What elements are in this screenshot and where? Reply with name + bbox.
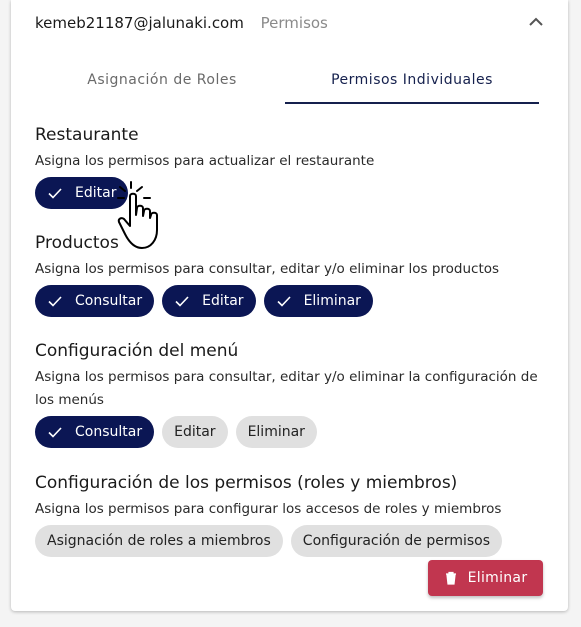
section-description: Asigna los permisos para actualizar el r… — [35, 153, 375, 169]
section-title: Restaurante — [35, 125, 139, 145]
hand-pointer-cursor-icon — [117, 181, 158, 249]
chip-label: Consultar — [75, 293, 143, 309]
permission-chip[interactable]: Asignación de roles a miembros — [35, 525, 283, 557]
chip-label: Editar — [202, 293, 244, 309]
section-description: Asigna los permisos para configurar los … — [35, 501, 502, 517]
panel-header[interactable]: kemeb21187@jalunaki.com Permisos — [35, 14, 554, 34]
check-icon — [48, 188, 62, 199]
permission-chip[interactable]: Eliminar — [235, 416, 317, 448]
active-tab-indicator — [285, 102, 539, 104]
check-icon — [276, 296, 291, 307]
permission-chip[interactable]: Consultar — [35, 416, 155, 448]
chevron-up-icon[interactable] — [526, 11, 546, 31]
section-description: Asigna los permisos para consultar, edit… — [35, 369, 538, 408]
delete-button[interactable]: Eliminar — [428, 560, 543, 596]
section-title: Configuración del menú — [35, 341, 239, 361]
check-icon — [48, 296, 62, 307]
permission-section: Configuración del menú Asigna los permiso… — [35, 341, 545, 448]
user-email: kemeb21187@jalunaki.com — [35, 14, 244, 32]
permission-section: Configuración de los permisos (roles y m… — [35, 473, 545, 557]
permission-chip[interactable]: Editar — [35, 177, 129, 209]
section-description: Asigna los permisos para consultar, edit… — [35, 261, 500, 277]
chip-group: Consultar Editar Eliminar — [35, 416, 545, 448]
chip-label: Consultar — [75, 424, 143, 440]
tabs-bar: Asignación de Roles Permisos Individuale… — [35, 62, 543, 104]
permissions-card: kemeb21187@jalunaki.com Permisos Asignac… — [11, 0, 568, 611]
trash-icon — [445, 571, 456, 585]
delete-button-label: Eliminar — [467, 570, 528, 586]
permission-chip[interactable]: Consultar — [35, 285, 155, 317]
chip-group: Asignación de roles a miembros Configurac… — [35, 525, 545, 557]
chip-label: Eliminar — [247, 424, 305, 440]
permission-chip[interactable]: Configuración de permisos — [290, 525, 503, 557]
permission-section: Restaurante Asigna los permisos para actu… — [35, 125, 545, 209]
section-title: Productos — [35, 233, 119, 253]
chip-group: Editar — [35, 177, 545, 209]
tab-label: Permisos Individuales — [331, 72, 493, 88]
check-icon — [175, 296, 189, 307]
tab-individual-permissions[interactable]: Permisos Individuales — [285, 62, 539, 104]
permission-chip[interactable]: Eliminar — [263, 285, 373, 317]
tab-label: Asignación de Roles — [87, 72, 237, 88]
chip-label: Eliminar — [303, 293, 361, 309]
chip-label: Editar — [75, 185, 117, 201]
tab-role-assignment[interactable]: Asignación de Roles — [35, 62, 289, 104]
chip-label: Configuración de permisos — [302, 533, 491, 549]
permission-chip[interactable]: Editar — [162, 416, 228, 448]
check-icon — [48, 427, 62, 438]
permission-section: Productos Asigna los permisos para consul… — [35, 233, 545, 317]
chip-label: Asignación de roles a miembros — [47, 533, 271, 549]
section-title: Configuración de los permisos (roles y m… — [35, 473, 458, 493]
chip-group: Consultar Editar Eliminar — [35, 285, 545, 317]
permission-chip[interactable]: Editar — [162, 285, 256, 317]
chip-label: Editar — [174, 424, 216, 440]
header-label: Permisos — [260, 14, 328, 32]
